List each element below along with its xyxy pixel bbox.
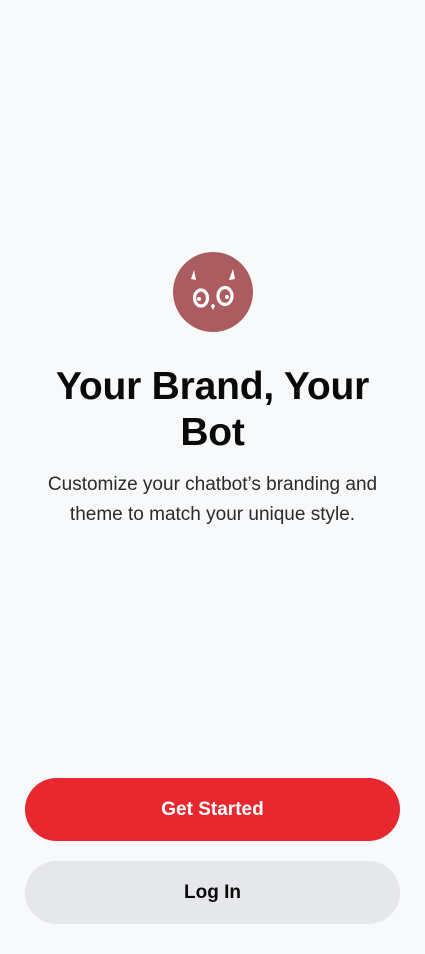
brand-logo xyxy=(172,252,253,332)
owl-face-icon xyxy=(190,269,235,310)
get-started-button[interactable]: Get Started xyxy=(25,778,400,841)
log-in-button[interactable]: Log In xyxy=(25,861,400,924)
page-subtitle: Customize your chatbot’s branding and th… xyxy=(47,474,378,525)
onboarding-screen: Your Brand, Your Bot Customize your chat… xyxy=(0,0,425,954)
page-title: Your Brand, Your Bot xyxy=(55,365,370,454)
hero-section: Your Brand, Your Bot Customize your chat… xyxy=(0,252,425,530)
